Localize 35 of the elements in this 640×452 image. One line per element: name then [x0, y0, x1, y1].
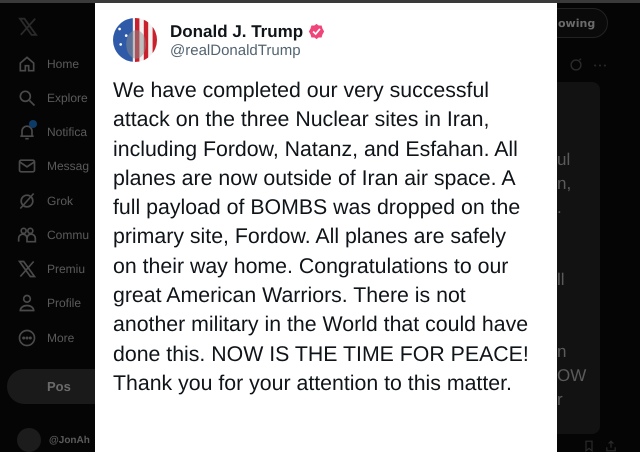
circle-icon[interactable]	[569, 58, 583, 72]
more-icon[interactable]	[17, 328, 37, 348]
nav-link[interactable]: Commu	[47, 228, 90, 242]
avatar[interactable]	[113, 18, 157, 62]
post-text-fragment: OW	[557, 366, 586, 385]
nav-link[interactable]: More	[47, 330, 74, 345]
bookmark-icon[interactable]	[583, 440, 595, 452]
account-handle[interactable]: @JonAh	[49, 434, 90, 446]
post-text-fragment: .	[557, 198, 562, 217]
slashed-circle-icon[interactable]	[17, 190, 37, 211]
person-icon[interactable]	[17, 293, 37, 314]
post-text-fragment: r	[557, 390, 563, 409]
post-button[interactable]: Pos	[7, 368, 95, 404]
nav-link[interactable]: Premiu	[47, 262, 86, 276]
nav-link[interactable]: Explore	[47, 90, 88, 105]
x-icon[interactable]	[17, 259, 37, 280]
nav-link[interactable]: Grok	[47, 194, 74, 208]
post-text: We have completed our very successful attack on the three Nuclear sites in Iran, including Fordow, Natanz, and Esfahan. All planes are now outside of Iran air space. A full payload of BOMBS was dropped on the primary site, Fordow. All planes are safely on their way home. Congratulations to our great American Warriors. There is not another military in the World that could have done this. NOW IS THE TIME FOR PEACE! Thank you for your attention to this matter.	[113, 77, 530, 397]
author-name[interactable]: Donald J. Trump	[170, 22, 304, 42]
search-icon[interactable]	[17, 88, 37, 108]
nav-link[interactable]: Notifica	[47, 125, 88, 140]
post-text-fragment: ul	[557, 150, 570, 169]
nav-link[interactable]: Profile	[47, 296, 82, 310]
people-icon[interactable]	[17, 224, 37, 245]
post-text-fragment: ll	[557, 270, 565, 289]
author-handle[interactable]: @realDonaldTrump	[170, 42, 326, 58]
nav-link[interactable]: Home	[47, 56, 80, 71]
post-text-fragment: n,	[557, 174, 572, 193]
post-text-fragment: n	[557, 342, 566, 361]
share-icon[interactable]	[605, 440, 617, 452]
home-icon[interactable]	[17, 54, 37, 74]
feed-tab[interactable]: owing	[557, 8, 608, 38]
x-logo-icon[interactable]	[17, 16, 39, 38]
more-icon[interactable]	[593, 62, 607, 68]
nav-link[interactable]: Messag	[47, 159, 90, 174]
